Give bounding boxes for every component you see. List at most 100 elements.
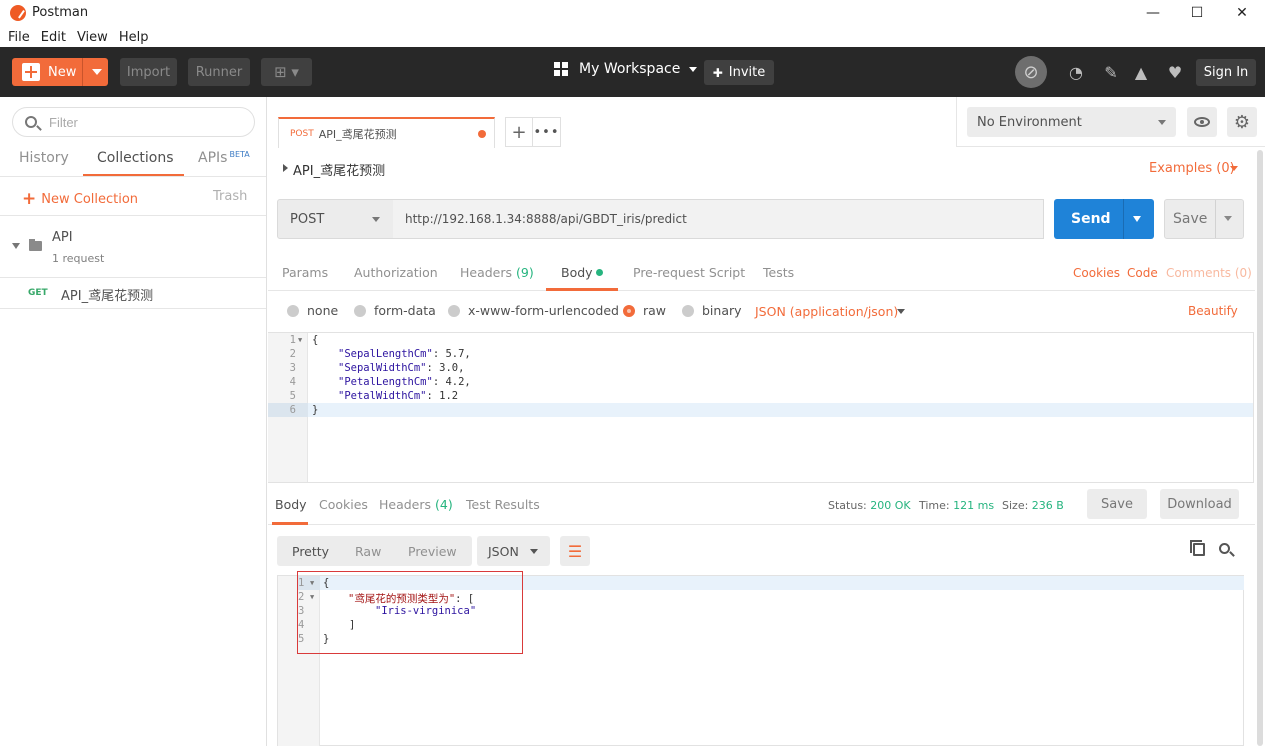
manage-environments-button[interactable]: ⚙ [1227, 107, 1257, 137]
status-label: Status: [828, 499, 867, 512]
code-line: } [312, 404, 319, 416]
save-button[interactable]: Save [1164, 199, 1244, 239]
size-value: 236 B [1031, 499, 1064, 512]
radio-form-data[interactable]: form-data [354, 303, 436, 318]
environment-select[interactable]: No Environment [967, 107, 1176, 137]
resp-tab-headers[interactable]: Headers (4) [379, 497, 453, 512]
resp-tab-body[interactable]: Body [275, 497, 307, 512]
beautify-link[interactable]: Beautify [1188, 304, 1238, 318]
radio-raw-label: raw [643, 303, 667, 318]
method-select[interactable]: POST [277, 199, 394, 239]
workspace-grid-icon [554, 62, 568, 76]
radio-binary[interactable]: binary [682, 303, 742, 318]
close-button[interactable]: ✕ [1219, 0, 1265, 25]
code-link[interactable]: Code [1127, 266, 1158, 280]
new-window-icon: ⊞ ▾ [274, 63, 299, 81]
view-pretty[interactable]: Pretty [292, 544, 329, 559]
save-dropdown-caret-icon[interactable] [1224, 216, 1232, 221]
request-body-editor[interactable]: 1 2 3 4 5 6 ▼ { "SepalLengthCm": 5.7, "S… [268, 332, 1254, 483]
line-number: 1 [289, 334, 296, 346]
new-window-button[interactable]: ⊞ ▾ [261, 58, 312, 86]
sync-off-icon[interactable]: ⊘ [1015, 56, 1047, 88]
environment-quick-look-button[interactable] [1187, 107, 1217, 137]
tab-collections[interactable]: Collections [97, 150, 174, 166]
radio-icon [448, 304, 460, 317]
tab-history[interactable]: History [19, 150, 69, 166]
menu-bar: File Edit View Help [0, 27, 1265, 47]
satellite-icon[interactable]: ◔ [1066, 62, 1086, 82]
heart-icon[interactable]: ♥ [1165, 62, 1185, 82]
tab-headers[interactable]: Headers (9) [460, 265, 534, 280]
menu-help[interactable]: Help [119, 30, 149, 45]
filter-box[interactable] [12, 107, 255, 137]
fold-arrow-icon[interactable]: ▼ [298, 336, 302, 344]
runner-button[interactable]: Runner [188, 58, 250, 86]
save-response-button[interactable]: Save [1087, 489, 1147, 519]
chevron-down-icon[interactable] [12, 243, 20, 249]
radio-none-label: none [307, 303, 339, 318]
minimize-button[interactable]: — [1130, 0, 1176, 25]
wrap-lines-button[interactable]: ☰ [560, 536, 590, 566]
cookies-link[interactable]: Cookies [1073, 266, 1120, 280]
wrench-icon[interactable]: ✎ [1101, 62, 1121, 82]
maximize-button[interactable]: ☐ [1174, 0, 1220, 25]
url-input[interactable]: http://192.168.1.34:8888/api/GBDT_iris/p… [393, 199, 1044, 239]
chevron-right-icon[interactable] [283, 164, 288, 172]
line-number: 5 [289, 390, 296, 402]
send-separator [1123, 199, 1124, 239]
unsaved-dot-icon[interactable] [478, 130, 486, 138]
new-button[interactable]: New [12, 58, 108, 86]
send-button[interactable]: Send [1054, 199, 1154, 239]
collection-name: API [52, 230, 73, 245]
tab-apis[interactable]: APIs BETA [198, 150, 250, 166]
tab-prerequest[interactable]: Pre-request Script [633, 265, 745, 280]
time-label: Time: [919, 499, 950, 512]
scrollbar-thumb[interactable] [1257, 150, 1263, 746]
radio-none[interactable]: none [287, 303, 338, 318]
new-dropdown-caret-icon[interactable] [92, 69, 102, 75]
filter-input[interactable] [49, 114, 239, 130]
menu-edit[interactable]: Edit [41, 30, 66, 45]
tab-body[interactable]: Body [561, 265, 603, 280]
new-collection-button[interactable]: + New Collection [22, 189, 138, 209]
view-raw[interactable]: Raw [355, 544, 381, 559]
resp-tab-cookies[interactable]: Cookies [319, 497, 368, 512]
download-button[interactable]: Download [1160, 489, 1239, 519]
method-value: POST [290, 211, 325, 227]
more-tabs-button[interactable]: ••• [533, 117, 561, 147]
resp-tab-test-results[interactable]: Test Results [466, 497, 540, 512]
tab-params[interactable]: Params [282, 265, 328, 280]
view-preview[interactable]: Preview [408, 544, 457, 559]
radio-raw[interactable]: raw [623, 303, 666, 318]
tab-body-label: Body [561, 265, 593, 280]
collection-item-api[interactable]: API 1 request [0, 217, 266, 277]
environment-bar: No Environment ⚙ [956, 97, 1265, 147]
radio-urlencoded[interactable]: x-www-form-urlencoded [448, 303, 619, 318]
examples-link[interactable]: Examples (0) [1149, 161, 1235, 176]
trash-link[interactable]: Trash [213, 189, 247, 204]
tab-authorization[interactable]: Authorization [354, 265, 438, 280]
invite-button[interactable]: ✚ Invite [704, 60, 774, 85]
content-type-select[interactable]: JSON (application/json) [755, 304, 898, 319]
workspace-selector[interactable]: My Workspace [554, 61, 698, 77]
import-button[interactable]: Import [120, 58, 177, 86]
format-select[interactable]: JSON [477, 536, 550, 566]
signin-button[interactable]: Sign In [1196, 59, 1256, 86]
send-dropdown-caret-icon[interactable] [1133, 216, 1141, 222]
comments-link[interactable]: Comments (0) [1166, 266, 1252, 280]
tab-tests[interactable]: Tests [763, 265, 794, 280]
menu-file[interactable]: File [8, 30, 30, 45]
request-item[interactable]: GET API_鸢尾花预测 [0, 281, 266, 307]
chevron-down-icon[interactable] [1230, 166, 1238, 171]
highlight-annotation-box [297, 571, 523, 654]
tab-title: API_鸢尾花预测 [318, 127, 397, 141]
search-icon[interactable] [1219, 543, 1230, 554]
bell-icon[interactable]: ▲ [1131, 62, 1151, 82]
copy-icon[interactable] [1190, 540, 1205, 556]
chevron-down-icon[interactable] [897, 309, 905, 314]
request-tab[interactable]: POST API_鸢尾花预测 [278, 117, 495, 148]
beta-badge: BETA [229, 150, 250, 159]
add-tab-button[interactable]: + [505, 117, 533, 147]
menu-view[interactable]: View [77, 30, 108, 45]
chevron-down-icon [689, 66, 698, 72]
